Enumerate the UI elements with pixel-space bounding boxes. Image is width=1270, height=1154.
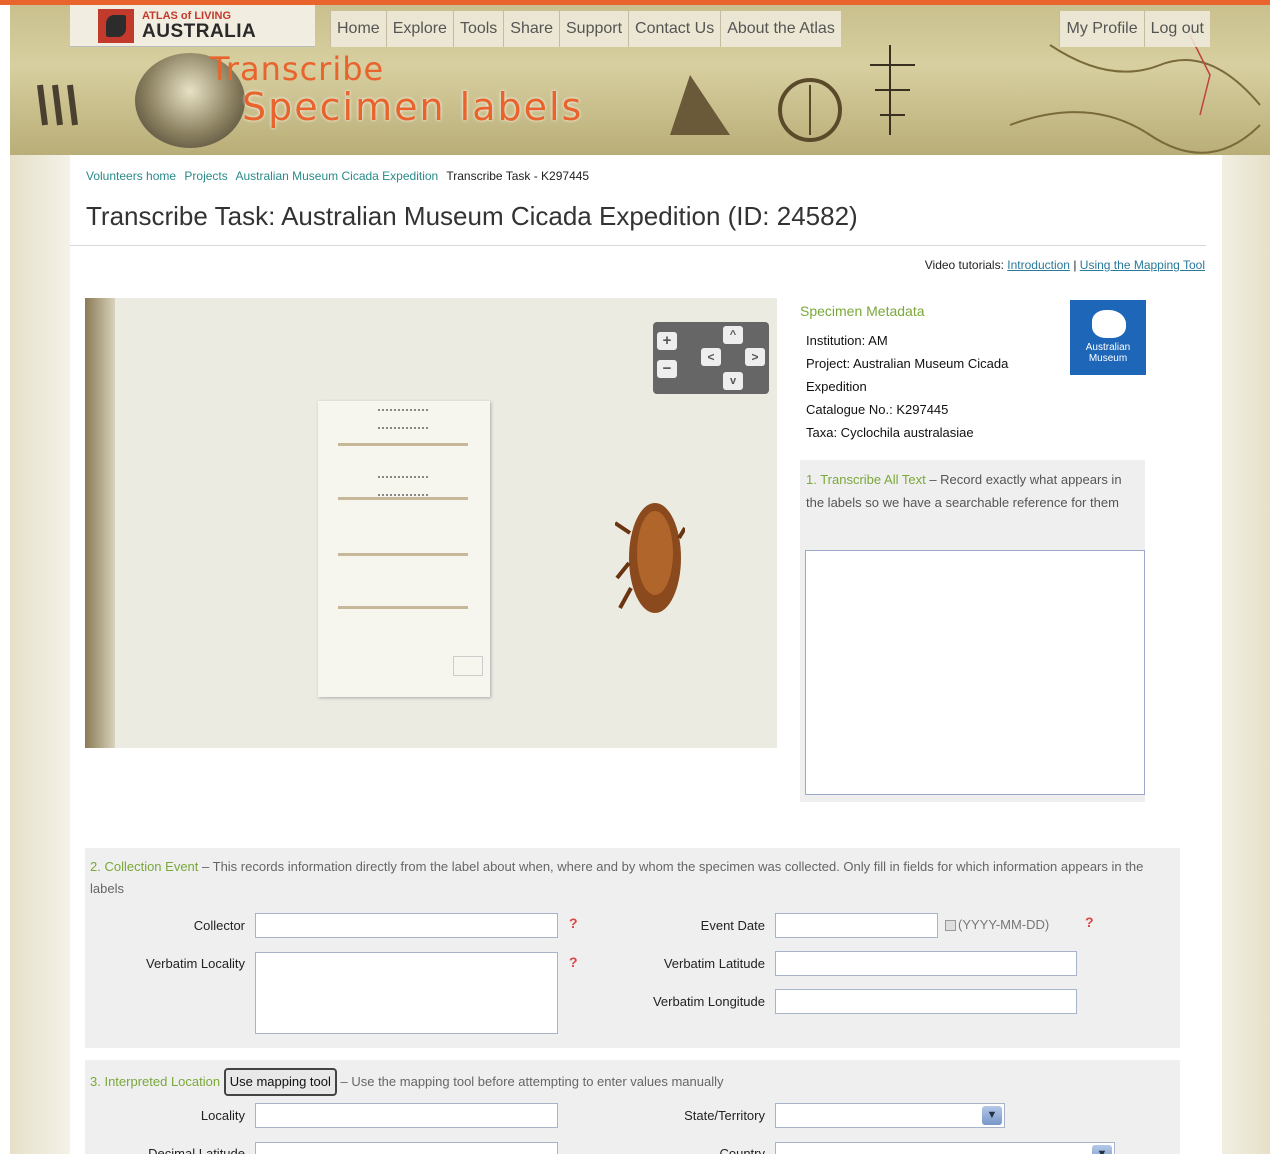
verbatim-latitude-label: Verbatim Latitude <box>663 956 765 971</box>
state-territory-label: State/Territory <box>684 1108 765 1123</box>
museum-logo-text: Australian Museum <box>1085 342 1131 364</box>
nav-share[interactable]: Share <box>503 11 559 47</box>
metadata-project: Project: Australian Museum Cicada Expedi… <box>806 356 1009 394</box>
pan-down-button[interactable]: v <box>723 372 743 390</box>
pan-right-button[interactable]: > <box>745 348 765 366</box>
collector-input[interactable] <box>255 913 558 938</box>
country-select[interactable]: ▼ <box>775 1142 1115 1154</box>
pan-left-button[interactable]: < <box>701 348 721 366</box>
breadcrumb-current: Transcribe Task - K297445 <box>446 169 590 183</box>
verbatim-locality-help-icon[interactable]: ? <box>569 955 581 969</box>
nav-my-profile[interactable]: My Profile <box>1059 11 1143 47</box>
event-date-label: Event Date <box>700 918 765 933</box>
verbatim-locality-label: Verbatim Locality <box>146 956 245 971</box>
video-tutorials: Video tutorials: Introduction | Using th… <box>925 258 1205 272</box>
nav-tools[interactable]: Tools <box>452 11 503 47</box>
verbatim-longitude-label: Verbatim Longitude <box>652 994 765 1009</box>
transcribe-heading: 1. Transcribe All Text <box>806 472 926 487</box>
locality-label: Locality <box>200 1108 245 1123</box>
left-frame <box>10 155 70 1154</box>
nav-log-out[interactable]: Log out <box>1143 11 1210 47</box>
decimal-latitude-input[interactable] <box>255 1142 558 1154</box>
use-mapping-tool-button[interactable]: Use mapping tool <box>223 1068 337 1096</box>
verbatim-latitude-input[interactable] <box>775 951 1077 976</box>
event-date-input[interactable] <box>775 913 938 938</box>
breadcrumb-volunteers-home[interactable]: Volunteers home <box>86 169 176 183</box>
breadcrumb-project[interactable]: Australian Museum Cicada Expedition <box>235 169 438 183</box>
specimen-image-viewer[interactable]: + − ^ < > v <box>85 298 777 748</box>
decimal-latitude-label: Decimal Latitude <box>148 1146 245 1154</box>
pan-up-button[interactable]: ^ <box>723 326 743 344</box>
user-nav: My Profile Log out <box>1059 11 1210 47</box>
zoom-out-button[interactable]: − <box>657 360 677 378</box>
brand-transcribe: Transcribe <box>210 50 385 88</box>
nav-explore[interactable]: Explore <box>385 11 453 47</box>
video-separator: | <box>1073 258 1077 272</box>
collection-event-heading: 2. Collection Event <box>90 859 199 874</box>
collection-event-description: 2. Collection Event – This records infor… <box>90 856 1170 900</box>
page-title: Transcribe Task: Australian Museum Cicad… <box>86 201 858 231</box>
zoom-in-button[interactable]: + <box>657 332 677 350</box>
image-edge-shadow <box>85 298 115 748</box>
interpreted-location-heading: 3. Interpreted Location <box>90 1074 221 1089</box>
chevron-down-icon: ▼ <box>982 1106 1002 1125</box>
australian-museum-logo: Australian Museum <box>1070 300 1146 375</box>
collection-event-section: 2. Collection Event – This records infor… <box>85 848 1180 1048</box>
nav-support[interactable]: Support <box>559 11 628 47</box>
verbatim-longitude-input[interactable] <box>775 989 1077 1014</box>
right-frame <box>1222 155 1270 1154</box>
event-date-format-hint: (YYYY-MM-DD) <box>945 917 1049 932</box>
ala-logo[interactable]: ATLAS of LIVING AUSTRALIA <box>70 5 315 47</box>
chevron-down-icon: ▼ <box>1092 1145 1112 1154</box>
ala-logo-icon <box>98 8 134 43</box>
video-tutorials-label: Video tutorials: <box>924 258 1004 272</box>
verbatim-locality-textarea[interactable] <box>255 952 558 1034</box>
collector-help-icon[interactable]: ? <box>569 916 581 930</box>
breadcrumb-projects[interactable]: Projects <box>184 169 227 183</box>
museum-logo-icon <box>1092 310 1126 338</box>
interpreted-location-description-text: – Use the mapping tool before attempting… <box>336 1074 724 1089</box>
brand-specimen-labels: Specimen labels <box>242 85 584 129</box>
breadcrumb: Volunteers home Projects Australian Muse… <box>86 169 594 183</box>
event-date-format-text: (YYYY-MM-DD) <box>958 917 1050 932</box>
header-banner: ATLAS of LIVING AUSTRALIA Home Explore T… <box>10 5 1270 155</box>
logo-main-text: AUSTRALIA <box>142 20 257 42</box>
locality-input[interactable] <box>255 1103 558 1128</box>
collector-label: Collector <box>193 918 245 933</box>
interpreted-location-description: 3. Interpreted Location Use mapping tool… <box>90 1068 1170 1096</box>
nav-home[interactable]: Home <box>330 11 386 47</box>
video-link-introduction[interactable]: Introduction <box>1007 258 1070 272</box>
transcribe-all-text-textarea[interactable] <box>805 550 1145 795</box>
transcribe-all-text-section: 1. Transcribe All Text – Record exactly … <box>800 460 1145 802</box>
specimen-label-card <box>318 401 490 697</box>
event-date-help-icon[interactable]: ? <box>1085 915 1097 929</box>
nav-about[interactable]: About the Atlas <box>720 11 841 47</box>
video-link-mapping-tool[interactable]: Using the Mapping Tool <box>1080 258 1205 272</box>
title-divider <box>70 245 1206 246</box>
transcribe-description: 1. Transcribe All Text – Record exactly … <box>806 468 1139 514</box>
collection-event-description-text: – This records information directly from… <box>90 859 1144 896</box>
interpreted-location-section: 3. Interpreted Location Use mapping tool… <box>85 1060 1180 1154</box>
logo-top-text: ATLAS of LIVING <box>142 9 232 22</box>
cicada-specimen <box>615 503 685 613</box>
metadata-taxa: Taxa: Cyclochila australasiae <box>806 425 974 440</box>
state-territory-select[interactable]: ▼ <box>775 1103 1005 1128</box>
metadata-catalogue: Catalogue No.: K297445 <box>806 402 949 417</box>
image-zoom-pan-controls: + − ^ < > v <box>653 322 769 394</box>
main-nav: Home Explore Tools Share Support Contact… <box>330 11 841 47</box>
nav-contact-us[interactable]: Contact Us <box>628 11 720 47</box>
main-content: Volunteers home Projects Australian Muse… <box>70 155 1220 1154</box>
country-label: Country <box>719 1146 765 1154</box>
calendar-icon[interactable] <box>945 920 956 932</box>
